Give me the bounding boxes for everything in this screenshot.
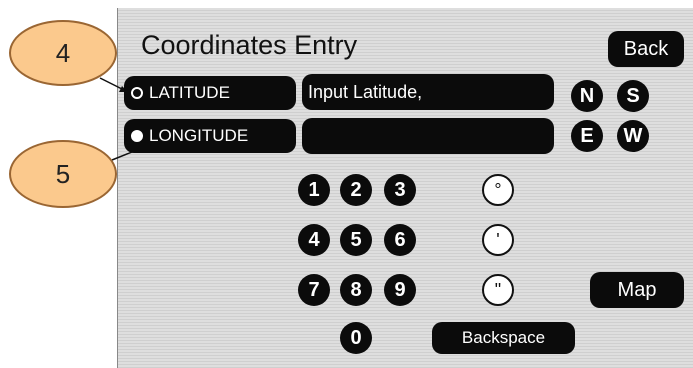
longitude-input[interactable]: [302, 118, 554, 154]
latitude-input[interactable]: Input Latitude,: [302, 74, 554, 110]
south-button[interactable]: S: [617, 80, 649, 112]
digit-2-button[interactable]: 2: [340, 174, 372, 206]
degree-button[interactable]: °: [482, 174, 514, 206]
callout-5: 5: [9, 140, 117, 208]
east-button[interactable]: E: [571, 120, 603, 152]
longitude-button[interactable]: LONGITUDE: [124, 119, 296, 153]
latitude-radio-icon: [131, 87, 143, 99]
digit-8-button[interactable]: 8: [340, 274, 372, 306]
digit-1-button[interactable]: 1: [298, 174, 330, 206]
map-button[interactable]: Map: [590, 272, 684, 308]
digit-7-button[interactable]: 7: [298, 274, 330, 306]
longitude-radio-icon: [131, 130, 143, 142]
north-button[interactable]: N: [571, 80, 603, 112]
second-button[interactable]: ": [482, 274, 514, 306]
latitude-button[interactable]: LATITUDE: [124, 76, 296, 110]
digit-3-button[interactable]: 3: [384, 174, 416, 206]
back-button[interactable]: Back: [608, 31, 684, 67]
west-button[interactable]: W: [617, 120, 649, 152]
latitude-label: LATITUDE: [149, 83, 230, 102]
digit-0-button[interactable]: 0: [340, 322, 372, 354]
digit-6-button[interactable]: 6: [384, 224, 416, 256]
backspace-button[interactable]: Backspace: [432, 322, 575, 354]
digit-9-button[interactable]: 9: [384, 274, 416, 306]
minute-button[interactable]: ': [482, 224, 514, 256]
longitude-label: LONGITUDE: [149, 126, 249, 145]
callout-4: 4: [9, 20, 117, 86]
page-title: Coordinates Entry: [141, 30, 358, 60]
digit-5-button[interactable]: 5: [340, 224, 372, 256]
digit-4-button[interactable]: 4: [298, 224, 330, 256]
